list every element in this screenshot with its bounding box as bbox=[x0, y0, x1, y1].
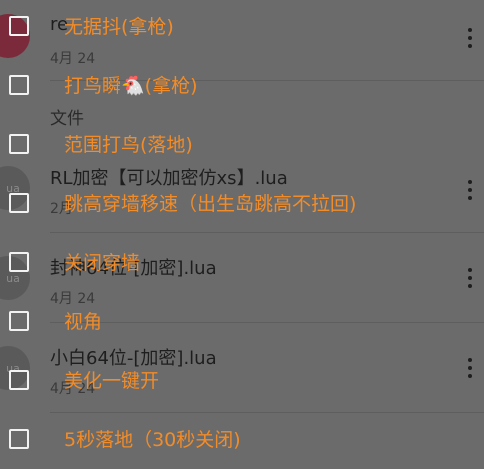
checkbox[interactable] bbox=[9, 16, 29, 36]
checkbox[interactable] bbox=[9, 252, 29, 272]
checkbox[interactable] bbox=[9, 370, 29, 390]
divider bbox=[50, 232, 484, 233]
option-label: 关闭穿墙 bbox=[64, 252, 141, 274]
option-row[interactable]: 范围打鸟(落地) bbox=[0, 128, 484, 158]
option-row[interactable]: 美化一键开 bbox=[0, 364, 484, 394]
checkbox[interactable] bbox=[9, 75, 29, 95]
option-row[interactable]: 无据抖(拿枪) bbox=[0, 10, 484, 40]
option-label: 打鸟瞬🐔(拿枪) bbox=[64, 75, 198, 97]
option-label: 范围打鸟(落地) bbox=[64, 134, 193, 156]
option-row[interactable]: 5秒落地（30秒关闭) bbox=[0, 423, 484, 453]
option-row[interactable]: 视角 bbox=[0, 305, 484, 335]
checkbox[interactable] bbox=[9, 311, 29, 331]
option-row[interactable]: 打鸟瞬🐔(拿枪) bbox=[0, 69, 484, 99]
checkbox[interactable] bbox=[9, 134, 29, 154]
option-label: 5秒落地（30秒关闭) bbox=[64, 429, 241, 451]
divider bbox=[50, 412, 484, 413]
option-label: 跳高穿墙移速（出生岛跳高不拉回) bbox=[64, 193, 357, 215]
section-header: 文件 bbox=[50, 109, 84, 129]
checkbox[interactable] bbox=[9, 193, 29, 213]
option-label: 美化一键开 bbox=[64, 370, 160, 392]
option-row[interactable]: 关闭穿墙 bbox=[0, 246, 484, 276]
option-row[interactable]: 跳高穿墙移速（出生岛跳高不拉回) bbox=[0, 187, 484, 217]
file-date: 4月 24 bbox=[50, 51, 96, 67]
option-label: 无据抖(拿枪) bbox=[64, 16, 174, 38]
option-label: 视角 bbox=[64, 311, 103, 333]
checkbox[interactable] bbox=[9, 429, 29, 449]
